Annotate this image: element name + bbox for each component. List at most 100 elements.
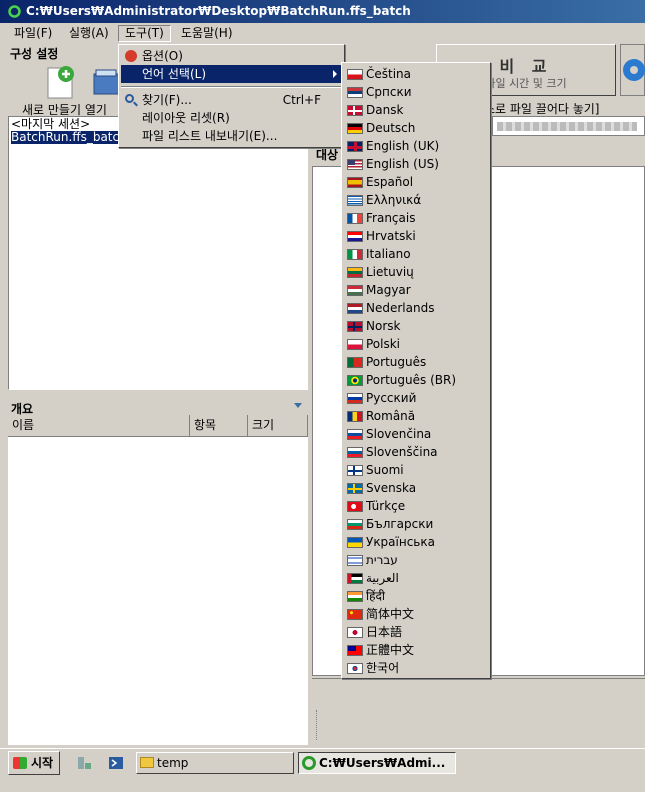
submenu-arrow-icon: [333, 70, 337, 78]
language-item-si[interactable]: Slovenščina: [344, 443, 488, 461]
language-label: Svenska: [366, 481, 417, 495]
language-item-lt[interactable]: Lietuvių: [344, 263, 488, 281]
drop-hint: 스로 파일 끌어다 놓기]: [484, 102, 600, 116]
window-title: C:₩Users₩Administrator₩Desktop₩BatchRun.…: [26, 4, 411, 18]
overview-column-header: 이름 항목 크기: [8, 415, 308, 437]
panel-dropdown-icon[interactable]: [294, 403, 302, 408]
language-item-cn[interactable]: 简体中文: [344, 605, 488, 623]
overview-header: 개요: [8, 398, 308, 416]
column-size[interactable]: 크기: [248, 415, 308, 437]
language-item-es[interactable]: Español: [344, 173, 488, 191]
flag-gb-icon: [347, 141, 363, 152]
language-item-dk[interactable]: Dansk: [344, 101, 488, 119]
language-item-tw[interactable]: 正體中文: [344, 641, 488, 659]
language-item-bg[interactable]: Български: [344, 515, 488, 533]
taskbar-item-temp[interactable]: temp: [136, 752, 294, 774]
flag-il-icon: [347, 555, 363, 566]
language-label: Українська: [366, 535, 435, 549]
flag-de-icon: [347, 123, 363, 134]
language-item-ru[interactable]: Русский: [344, 389, 488, 407]
server-manager-icon[interactable]: [76, 755, 92, 771]
menu-item-reset-layout[interactable]: 레이아웃 리셋(R): [121, 109, 342, 127]
config-item-batchrun[interactable]: BatchRun.ffs_batch: [11, 131, 131, 144]
menu-run[interactable]: 실행(A): [63, 25, 115, 42]
language-label: Slovenčina: [366, 427, 432, 441]
flag-tw-icon: [347, 645, 363, 656]
language-item-kr[interactable]: 한국어: [344, 659, 488, 677]
flag-sk-icon: [347, 429, 363, 440]
language-label: Magyar: [366, 283, 411, 297]
menu-tools[interactable]: 도구(T): [118, 25, 171, 42]
language-label: Suomi: [366, 463, 404, 477]
column-name[interactable]: 이름: [8, 415, 190, 437]
powershell-icon[interactable]: [108, 755, 124, 771]
flag-in-icon: [347, 591, 363, 602]
language-item-ar[interactable]: العربية: [344, 569, 488, 587]
taskbar: 시작 temp C:₩Users₩Admi...: [0, 748, 645, 792]
language-item-rs[interactable]: Српски: [344, 83, 488, 101]
language-label: 日本語: [366, 625, 403, 639]
language-item-ro[interactable]: Română: [344, 407, 488, 425]
start-button[interactable]: 시작: [8, 751, 60, 775]
flag-dk-icon: [347, 105, 363, 116]
language-item-pt[interactable]: Português: [344, 353, 488, 371]
language-label: Türkçe: [366, 499, 406, 513]
menu-item-find-label: 찾기(F)...: [142, 93, 192, 107]
language-item-fi[interactable]: Suomi: [344, 461, 488, 479]
find-shortcut: Ctrl+F: [282, 93, 321, 107]
flag-br-icon: [347, 375, 363, 386]
language-label: Lietuvių: [366, 265, 414, 279]
language-label: 한국어: [366, 661, 400, 675]
language-label: English (UK): [366, 139, 440, 153]
language-item-pl[interactable]: Polski: [344, 335, 488, 353]
menu-item-select-language[interactable]: 언어 선택(L): [121, 65, 342, 83]
menu-item-export-list[interactable]: 파일 리스트 내보내기(E)...: [121, 127, 342, 145]
language-item-gb[interactable]: English (UK): [344, 137, 488, 155]
language-item-hr[interactable]: Hrvatski: [344, 227, 488, 245]
column-items[interactable]: 항목: [190, 415, 248, 437]
windows-logo-icon: [13, 757, 27, 769]
language-item-il[interactable]: עברית: [344, 551, 488, 569]
menu-item-language-label: 언어 선택(L): [142, 67, 207, 81]
language-item-fr[interactable]: Français: [344, 209, 488, 227]
language-item-tr[interactable]: Türkçe: [344, 497, 488, 515]
config-list[interactable]: <마지막 세션> BatchRun.ffs_batch: [8, 116, 308, 390]
menu-help[interactable]: 도움말(H): [175, 25, 239, 42]
menu-item-options-label: 옵션(O): [142, 49, 183, 63]
language-item-nl[interactable]: Nederlands: [344, 299, 488, 317]
language-label: Hrvatski: [366, 229, 416, 243]
language-label: Română: [366, 409, 416, 423]
language-item-de[interactable]: Deutsch: [344, 119, 488, 137]
menu-item-options[interactable]: 옵션(O): [121, 47, 342, 65]
language-item-hu[interactable]: Magyar: [344, 281, 488, 299]
language-item-gr[interactable]: Ελληνικά: [344, 191, 488, 209]
taskbar-item-freefilesync[interactable]: C:₩Users₩Admi...: [298, 752, 456, 774]
menu-item-find[interactable]: 찾기(F)... Ctrl+F: [121, 91, 342, 109]
language-item-ua[interactable]: Українська: [344, 533, 488, 551]
flag-se-icon: [347, 483, 363, 494]
language-item-us[interactable]: English (US): [344, 155, 488, 173]
menu-file[interactable]: 파일(F): [8, 25, 58, 42]
language-label: Dansk: [366, 103, 404, 117]
language-item-jp[interactable]: 日本語: [344, 623, 488, 641]
folder-path-field[interactable]: [492, 116, 645, 136]
flag-tr-icon: [347, 501, 363, 512]
taskbar-item-freefilesync-label: C:₩Users₩Admi...: [319, 756, 446, 770]
language-item-br[interactable]: Português (BR): [344, 371, 488, 389]
resize-grip[interactable]: [316, 710, 319, 740]
sync-settings-button[interactable]: [620, 44, 645, 96]
language-item-in[interactable]: हिंदी: [344, 587, 488, 605]
flag-cn-icon: [347, 609, 363, 620]
flag-fr-icon: [347, 213, 363, 224]
language-label: Čeština: [366, 67, 412, 81]
language-item-no[interactable]: Norsk: [344, 317, 488, 335]
language-item-it[interactable]: Italiano: [344, 245, 488, 263]
flag-es-icon: [347, 177, 363, 188]
search-icon: [125, 94, 134, 103]
language-item-sk[interactable]: Slovenčina: [344, 425, 488, 443]
language-item-cz[interactable]: Čeština: [344, 65, 488, 83]
language-item-se[interactable]: Svenska: [344, 479, 488, 497]
new-config-button[interactable]: [42, 60, 88, 102]
flag-ru-icon: [347, 393, 363, 404]
language-label: Русский: [366, 391, 417, 405]
